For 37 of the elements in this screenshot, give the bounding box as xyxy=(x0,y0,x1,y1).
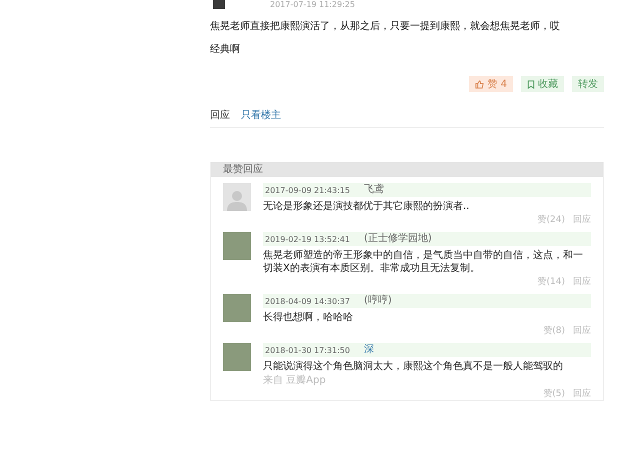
author-name: (哼哼) xyxy=(364,295,392,307)
author-name: (正士修学园地) xyxy=(364,233,432,245)
reply-link[interactable]: 回应 xyxy=(573,214,591,226)
avatar-photo xyxy=(223,343,251,371)
author-name: 飞鸢 xyxy=(364,184,384,196)
post-time: 2017-07-19 11:29:25 xyxy=(270,0,355,9)
comment-text: 只能说演得这个角色脑洞太大，康熙这个角色真不是一般人能驾驭的 xyxy=(263,360,564,373)
like-link[interactable]: 赞(8) xyxy=(543,325,565,337)
like-link[interactable]: 赞(24) xyxy=(538,214,565,226)
collect-button[interactable]: 收藏 xyxy=(521,76,564,92)
tab[interactable]: 回应 xyxy=(210,108,230,122)
avatar-photo xyxy=(213,0,225,9)
comment-time: 2018-04-09 14:30:37 xyxy=(265,296,350,306)
avatar-photo xyxy=(223,294,251,322)
post-text: 经典啊 xyxy=(210,43,241,56)
comment-time: 2019-02-19 13:52:41 xyxy=(265,234,350,244)
reply-link[interactable]: 回应 xyxy=(573,388,591,400)
thumbs-up-icon xyxy=(475,80,484,88)
tab[interactable]: 只看楼主 xyxy=(241,108,281,122)
comment-time: 2018-01-30 17:31:50 xyxy=(265,346,350,354)
author-link[interactable]: 深 xyxy=(364,344,374,356)
like-button[interactable]: 赞 4 xyxy=(469,76,513,92)
comment-source: 来自 豆瓣App xyxy=(263,375,327,387)
comment-text: 焦晃老师塑造的帝王形象中的自信，是气质当中自带的自信，这点，和一切装X的表演有本质区别。非常成功且无法复制。 xyxy=(263,249,584,275)
comment-text: 无论是形象还是演技都优于其它康熙的扮演者.. xyxy=(263,200,470,213)
reply-link[interactable]: 回应 xyxy=(573,276,591,288)
avatar-photo xyxy=(223,232,251,260)
like-link[interactable]: 赞(14) xyxy=(538,276,565,288)
person-silhouette-icon xyxy=(227,189,247,211)
comment-text: 长得也想啊，哈哈哈 xyxy=(263,311,354,324)
reply-link[interactable]: 回应 xyxy=(573,325,591,337)
comment-time: 2017-09-09 21:43:15 xyxy=(265,186,350,194)
bookmark-icon xyxy=(527,80,535,88)
share-button[interactable]: 转发 xyxy=(572,76,604,92)
post-text: 焦晃老师直接把康熙演活了，从那之后，只要一提到康熙，就会想焦晃老师，哎 xyxy=(210,20,561,33)
section-header: 最赞回应 xyxy=(211,162,603,177)
like-link[interactable]: 赞(5) xyxy=(543,388,565,400)
